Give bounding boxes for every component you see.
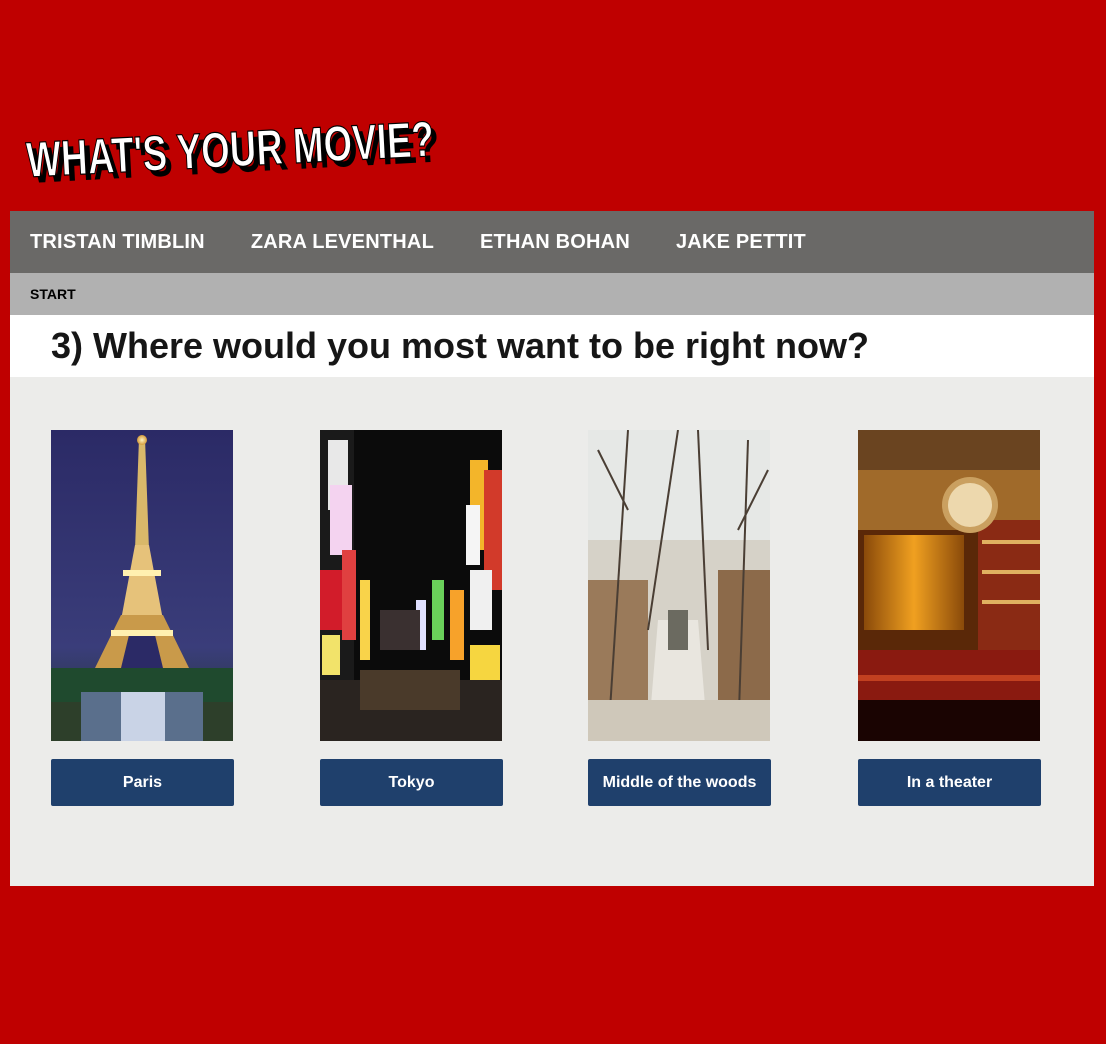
tokyo-street-image[interactable] — [320, 430, 502, 741]
start-link[interactable]: START — [30, 286, 76, 302]
logo-graphic: WHAT'S YOUR MOVIE? WHAT'S YOUR MOVIE? — [24, 110, 440, 194]
nav-item-jake-pettit[interactable]: JAKE PETTIT — [676, 231, 806, 254]
middle-of-the-woods-button[interactable]: Middle of the woods — [588, 759, 771, 806]
sub-navigation: START — [10, 273, 1094, 315]
in-a-theater-button[interactable]: In a theater — [858, 759, 1041, 806]
nav-item-ethan-bohan[interactable]: ETHAN BOHAN — [480, 231, 630, 254]
theater-image[interactable] — [858, 430, 1040, 741]
tokyo-button[interactable]: Tokyo — [320, 759, 503, 806]
choice-woods: Middle of the woods — [588, 430, 771, 806]
logo-text: WHAT'S YOUR MOVIE? — [25, 111, 435, 188]
choice-theater: In a theater — [858, 430, 1041, 806]
site-logo[interactable]: WHAT'S YOUR MOVIE? WHAT'S YOUR MOVIE? — [24, 108, 454, 194]
answer-choices: Paris Tokyo Middle of the woods In a the… — [10, 377, 1094, 886]
question-title: 3) Where would you most want to be right… — [51, 325, 869, 366]
choice-paris: Paris — [51, 430, 234, 806]
nav-item-tristan-timblin[interactable]: TRISTAN TIMBLIN — [30, 231, 205, 254]
choice-tokyo: Tokyo — [320, 430, 503, 806]
nav-item-zara-leventhal[interactable]: ZARA LEVENTHAL — [251, 231, 434, 254]
forest-image[interactable] — [588, 430, 770, 741]
eiffel-tower-image[interactable] — [51, 430, 233, 741]
question-header: 3) Where would you most want to be right… — [10, 315, 1094, 377]
paris-button[interactable]: Paris — [51, 759, 234, 806]
top-navigation: TRISTAN TIMBLIN ZARA LEVENTHAL ETHAN BOH… — [10, 211, 1094, 273]
main-container: TRISTAN TIMBLIN ZARA LEVENTHAL ETHAN BOH… — [10, 211, 1094, 886]
